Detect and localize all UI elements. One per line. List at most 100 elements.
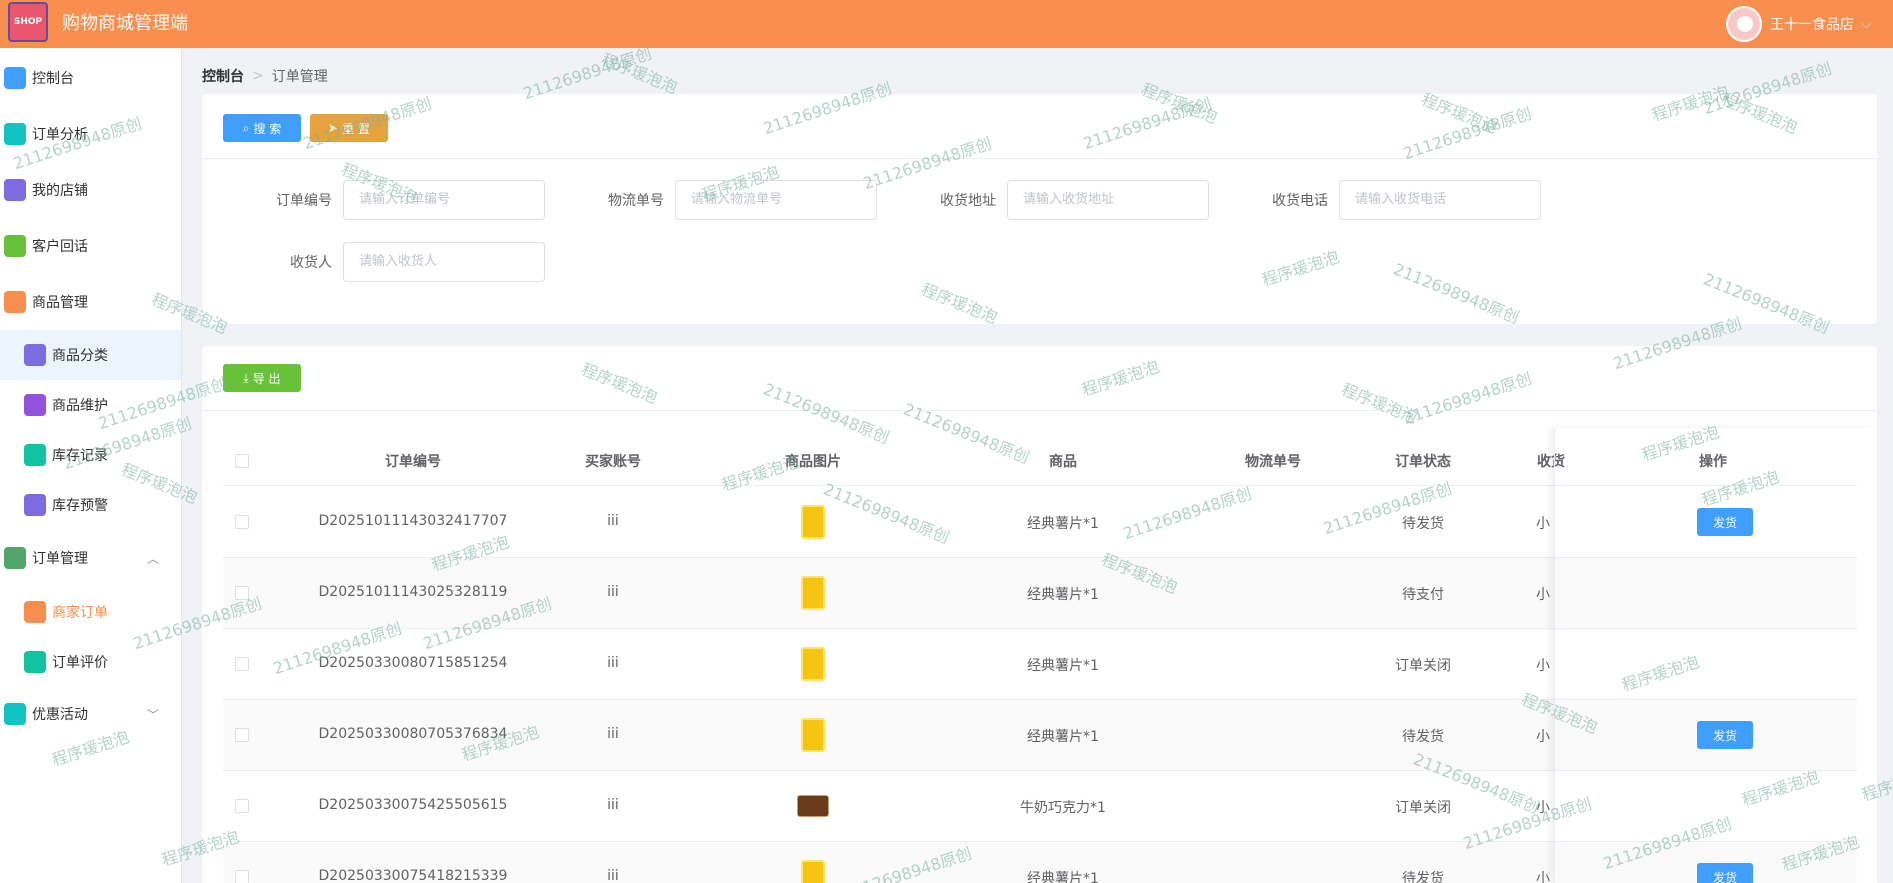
sidebar-item-inventory-record[interactable]: 库存记录 [0, 430, 181, 480]
column-header-status[interactable]: 订单状态 [1373, 451, 1473, 471]
status-cell: 待支付 [1402, 587, 1444, 603]
orders-table-panel: ⤓ 导 出 订单编号 买家账号 商品图片 商品 物流单号 订单状态 收货 操作 … [202, 346, 1877, 883]
chevron-down-icon[interactable]: ⌵ [1862, 17, 1871, 32]
send-icon: ➤ [328, 121, 339, 135]
chips-image[interactable] [801, 576, 825, 610]
top-bar: SHOP 购物商城管理端 王十一食品店 ⌵ [0, 0, 1893, 48]
chips-image[interactable] [801, 860, 825, 883]
receiver-cell: 小 [1536, 729, 1550, 745]
sidebar-item-label: 客户回话 [32, 239, 88, 255]
table-row[interactable]: D20250330080705376834 iii 经典薯片*1 待发货 小 发货 [223, 700, 1857, 771]
sidebar-item-dashboard[interactable]: 控制台 [0, 53, 181, 103]
sidebar-item-product-category[interactable]: 商品分类 [0, 330, 181, 380]
search-button[interactable]: ⌕ 搜 索 [223, 114, 301, 142]
status-cell: 订单关闭 [1395, 800, 1451, 816]
order-no-cell: D20250330075425505615 [318, 797, 508, 813]
reset-button[interactable]: ➤ 重 置 [310, 114, 388, 142]
sidebar-item-inventory-alert[interactable]: 库存预警 [0, 480, 181, 530]
search-button-label: 搜 索 [253, 121, 282, 136]
status-cell: 待发货 [1402, 871, 1444, 883]
address-input[interactable]: 请输入收货地址 [1007, 180, 1209, 220]
column-header-product[interactable]: 商品 [1013, 451, 1113, 471]
sidebar-item-label: 库存预警 [52, 498, 108, 514]
status-cell: 待发货 [1402, 729, 1444, 745]
chocolate-image[interactable] [797, 795, 829, 817]
table-row[interactable]: D20251011143032417707 iii 经典薯片*1 待发货 小 发货 [223, 487, 1857, 558]
address-label: 收货地址 [940, 193, 996, 209]
chevron-up-icon[interactable]: ︿ [147, 550, 159, 567]
receiver-cell: 小 [1536, 587, 1550, 603]
order-no-label: 订单编号 [276, 193, 332, 209]
sidebar-item-label: 订单分析 [32, 127, 88, 143]
row-checkbox[interactable] [235, 515, 249, 529]
order-no-input[interactable]: 请输入订单编号 [343, 180, 545, 220]
column-header-image[interactable]: 商品图片 [763, 451, 863, 471]
chips-image[interactable] [801, 505, 825, 539]
column-header-order-no[interactable]: 订单编号 [333, 451, 493, 471]
column-header-actions[interactable]: 操作 [1663, 451, 1763, 471]
phone-input[interactable]: 请输入收货电话 [1339, 180, 1541, 220]
column-header-buyer[interactable]: 买家账号 [563, 451, 663, 471]
logistics-no-input[interactable]: 请输入物流单号 [675, 180, 877, 220]
sidebar-item-product-management[interactable]: 商品管理 [0, 277, 181, 327]
ship-button[interactable]: 发货 [1697, 863, 1753, 883]
order-no-cell: D20250330080705376834 [318, 726, 508, 742]
breadcrumb: 控制台 > 订单管理 [202, 66, 328, 86]
house-icon [24, 444, 46, 466]
row-checkbox[interactable] [235, 586, 249, 600]
product-cell: 经典薯片*1 [1027, 516, 1099, 532]
sidebar-item-label: 库存记录 [52, 448, 108, 464]
table-row[interactable]: D20251011143025328119 iii 经典薯片*1 待支付 小 [223, 558, 1857, 629]
bar-chart-icon [24, 601, 46, 623]
receiver-input[interactable]: 请输入收货人 [343, 242, 545, 282]
breadcrumb-root[interactable]: 控制台 [202, 66, 244, 86]
export-button-label: 导 出 [252, 371, 281, 386]
grid-icon [24, 344, 46, 366]
sidebar-item-label: 订单评价 [52, 655, 108, 671]
sidebar-item-label: 商家订单 [52, 605, 108, 621]
sidebar-item-merchant-orders[interactable]: 商家订单 [0, 587, 181, 637]
chevron-down-icon[interactable]: ﹀ [147, 706, 159, 723]
receiver-cell: 小 [1536, 800, 1550, 816]
sidebar-item-order-management[interactable]: 订单管理 ︿ [0, 533, 181, 583]
avatar[interactable] [1725, 6, 1762, 42]
divider [202, 410, 1877, 411]
ship-button[interactable]: 发货 [1697, 508, 1753, 536]
user-name[interactable]: 王十一食品店 [1770, 14, 1854, 34]
column-header-receiver[interactable]: 收货 [1533, 451, 1569, 471]
ship-button[interactable]: 发货 [1697, 721, 1753, 749]
clipboard-icon [4, 547, 26, 569]
sidebar-item-customer-chat[interactable]: 客户回话 [0, 221, 181, 271]
order-no-cell: D20250330080715851254 [318, 655, 508, 671]
product-cell: 经典薯片*1 [1027, 658, 1099, 674]
user-menu[interactable]: 王十一食品店 ⌵ [1725, 4, 1871, 44]
gift-icon [4, 703, 26, 725]
row-checkbox[interactable] [235, 799, 249, 813]
sidebar-item-label: 优惠活动 [32, 707, 88, 723]
select-all-checkbox[interactable] [235, 454, 249, 468]
row-checkbox[interactable] [235, 870, 249, 883]
main-content: 控制台 > 订单管理 ⌕ 搜 索 ➤ 重 置 订单编号 请输入订单编号 物流单号… [182, 48, 1893, 883]
sidebar-item-promotions[interactable]: 优惠活动 ﹀ [0, 689, 181, 739]
divider [202, 158, 1877, 159]
sidebar-item-product-maintenance[interactable]: 商品维护 [0, 380, 181, 430]
table-row[interactable]: D20250330075418215339 iii 经典薯片*1 待发货 小 发货 [223, 842, 1857, 883]
sidebar-item-order-analysis[interactable]: 订单分析 [0, 109, 181, 159]
sidebar-item-label: 控制台 [32, 71, 74, 87]
product-cell: 经典薯片*1 [1027, 587, 1099, 603]
comment-icon [24, 651, 46, 673]
download-icon: ⤓ [243, 370, 249, 385]
table-row[interactable]: D20250330080715851254 iii 经典薯片*1 订单关闭 小 [223, 629, 1857, 700]
sidebar-item-order-review[interactable]: 订单评价 [0, 637, 181, 687]
row-checkbox[interactable] [235, 657, 249, 671]
row-checkbox[interactable] [235, 728, 249, 742]
table-row[interactable]: D20250330075425505615 iii 牛奶巧克力*1 订单关闭 小 [223, 771, 1857, 842]
export-button[interactable]: ⤓ 导 出 [223, 364, 301, 392]
column-header-logistics[interactable]: 物流单号 [1213, 451, 1333, 471]
breadcrumb-separator-icon: > [252, 68, 264, 84]
sidebar-item-my-store[interactable]: 我的店铺 [0, 165, 181, 215]
sidebar-item-label: 商品维护 [52, 398, 108, 414]
chips-image[interactable] [801, 718, 825, 752]
chart-line-icon [4, 67, 26, 89]
chips-image[interactable] [801, 647, 825, 681]
